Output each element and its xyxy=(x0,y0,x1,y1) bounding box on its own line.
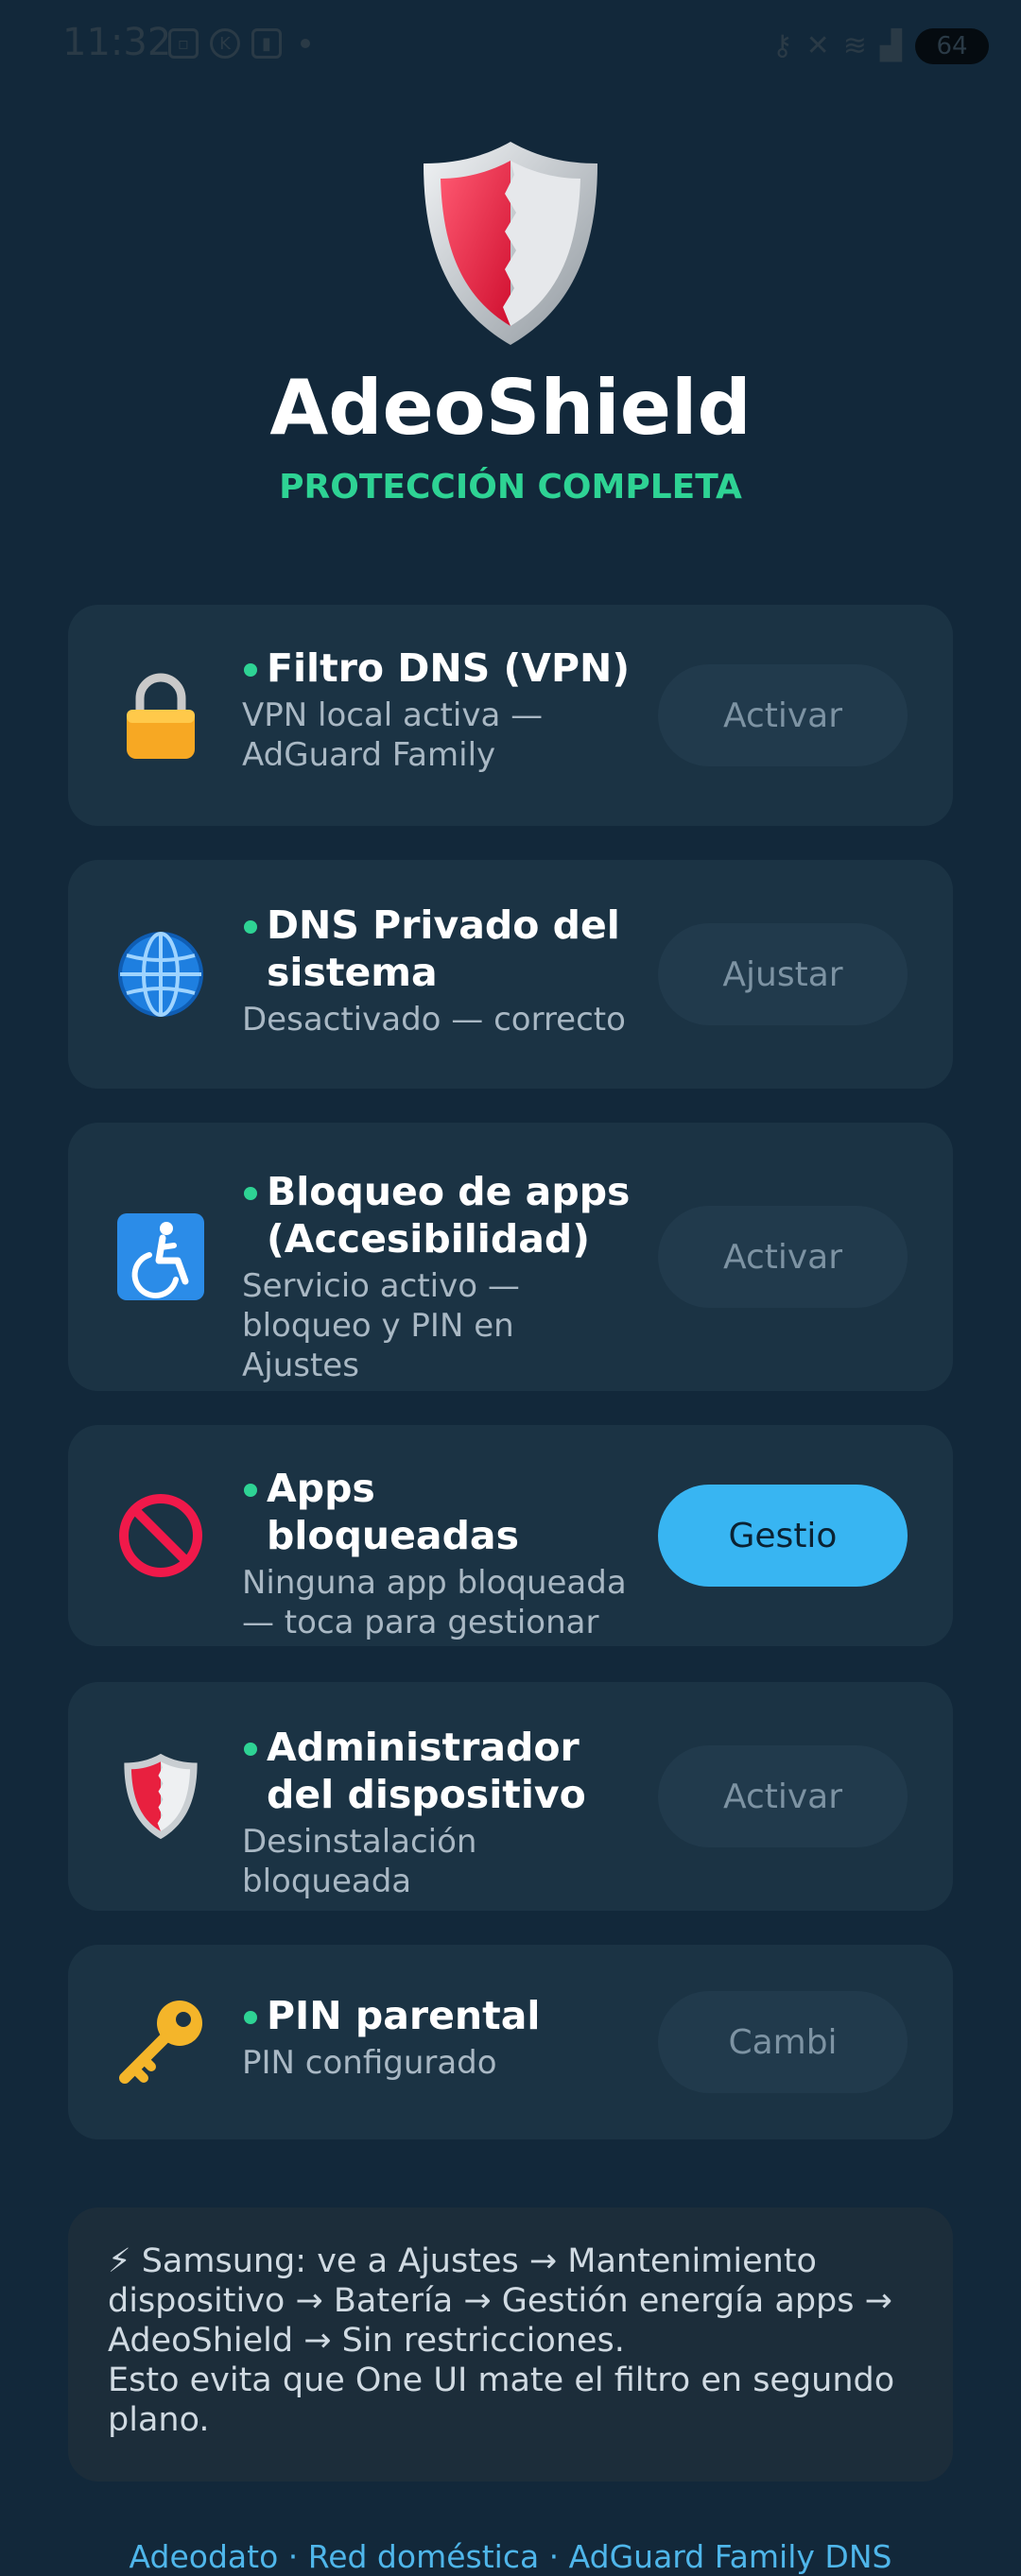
sim-icon: ▮ xyxy=(251,28,282,59)
status-left-icons: ▫ K ▮ xyxy=(168,28,310,59)
card-title: DNS Privado del sistema xyxy=(242,902,639,996)
protection-status: PROTECCIÓN COMPLETA xyxy=(279,468,742,507)
card-parental-pin[interactable]: PIN parental PIN configurado Cambi xyxy=(68,1945,953,2139)
card-description: Desactivado — correcto xyxy=(242,1001,626,1039)
screenshot-icon: ▫ xyxy=(168,28,199,59)
activate-admin-button[interactable]: Activar xyxy=(658,1745,908,1847)
activate-vpn-button[interactable]: Activar xyxy=(658,664,908,766)
note-text: ⚡ Samsung: ve a Ajustes → Mantenimiento … xyxy=(108,2241,930,2440)
adjust-dns-button[interactable]: Ajustar xyxy=(658,923,908,1025)
card-description: Desinstalación bloqueada xyxy=(242,1823,477,1900)
shield-logo-icon xyxy=(424,142,597,345)
note-instructions: ⚡ Samsung: ve a Ajustes → Mantenimiento … xyxy=(108,2242,892,2360)
battery-level: 64 xyxy=(936,32,968,60)
status-right-icons: ⚷ ✕ ≋ ▟ 64 xyxy=(772,28,989,64)
globe-icon xyxy=(113,927,208,1022)
mute-icon: ✕ xyxy=(805,29,830,62)
card-text: PIN parental PIN configurado xyxy=(242,1992,639,2083)
card-description: Ninguna app bloqueada — toca para gestio… xyxy=(242,1564,627,1641)
status-bar: 11:32 ▫ K ▮ ⚷ ✕ ≋ ▟ 64 xyxy=(0,0,1021,94)
card-description: VPN local activa — AdGuard Family xyxy=(242,696,544,774)
notification-dot-icon xyxy=(301,39,310,48)
card-text: Bloqueo de apps (Accesibilidad) Servicio… xyxy=(242,1168,639,1385)
manage-apps-button[interactable]: Gestio xyxy=(658,1485,908,1587)
signal-icon: ▟ xyxy=(879,29,902,62)
card-title: PIN parental xyxy=(242,1992,639,2039)
accessibility-icon xyxy=(113,1210,208,1304)
shield-icon xyxy=(113,1749,208,1844)
change-pin-button[interactable]: Cambi xyxy=(658,1991,908,2093)
card-text: Filtro DNS (VPN) VPN local activa — AdGu… xyxy=(242,644,639,775)
card-text: Administrador del dispositivo Desinstala… xyxy=(242,1724,639,1901)
card-title: Apps bloqueadas xyxy=(242,1465,639,1559)
wifi-icon: ≋ xyxy=(842,29,867,62)
battery-icon: 64 xyxy=(915,28,989,64)
samsung-battery-note: ⚡ Samsung: ve a Ajustes → Mantenimiento … xyxy=(68,2207,953,2482)
app-title: AdeoShield xyxy=(269,364,752,452)
lock-icon xyxy=(113,668,208,763)
note-explanation: Esto evita que One UI mate el filtro en … xyxy=(108,2361,895,2439)
card-private-dns[interactable]: DNS Privado del sistema Desactivado — co… xyxy=(68,860,953,1089)
card-blocked-apps[interactable]: Apps bloqueadas Ninguna app bloqueada — … xyxy=(68,1425,953,1646)
k-icon: K xyxy=(210,28,240,59)
card-description: PIN configurado xyxy=(242,2044,497,2082)
activate-accessibility-button[interactable]: Activar xyxy=(658,1206,908,1308)
card-title: Administrador del dispositivo xyxy=(242,1724,639,1818)
card-app-blocking[interactable]: Bloqueo de apps (Accesibilidad) Servicio… xyxy=(68,1123,953,1391)
card-dns-filter[interactable]: Filtro DNS (VPN) VPN local activa — AdGu… xyxy=(68,605,953,826)
card-description: Servicio activo — bloqueo y PIN en Ajust… xyxy=(242,1267,520,1384)
vpn-key-icon: ⚷ xyxy=(771,29,793,62)
card-title: Filtro DNS (VPN) xyxy=(242,644,639,692)
status-time: 11:32 xyxy=(62,21,172,64)
key-icon xyxy=(113,1995,208,2089)
card-text: Apps bloqueadas Ninguna app bloqueada — … xyxy=(242,1465,639,1642)
card-text: DNS Privado del sistema Desactivado — co… xyxy=(242,902,639,1039)
card-title: Bloqueo de apps (Accesibilidad) xyxy=(242,1168,639,1262)
card-device-admin[interactable]: Administrador del dispositivo Desinstala… xyxy=(68,1682,953,1911)
prohibited-icon xyxy=(113,1488,208,1583)
footer-links[interactable]: Adeodato · Red doméstica · AdGuard Famil… xyxy=(0,2538,1021,2575)
